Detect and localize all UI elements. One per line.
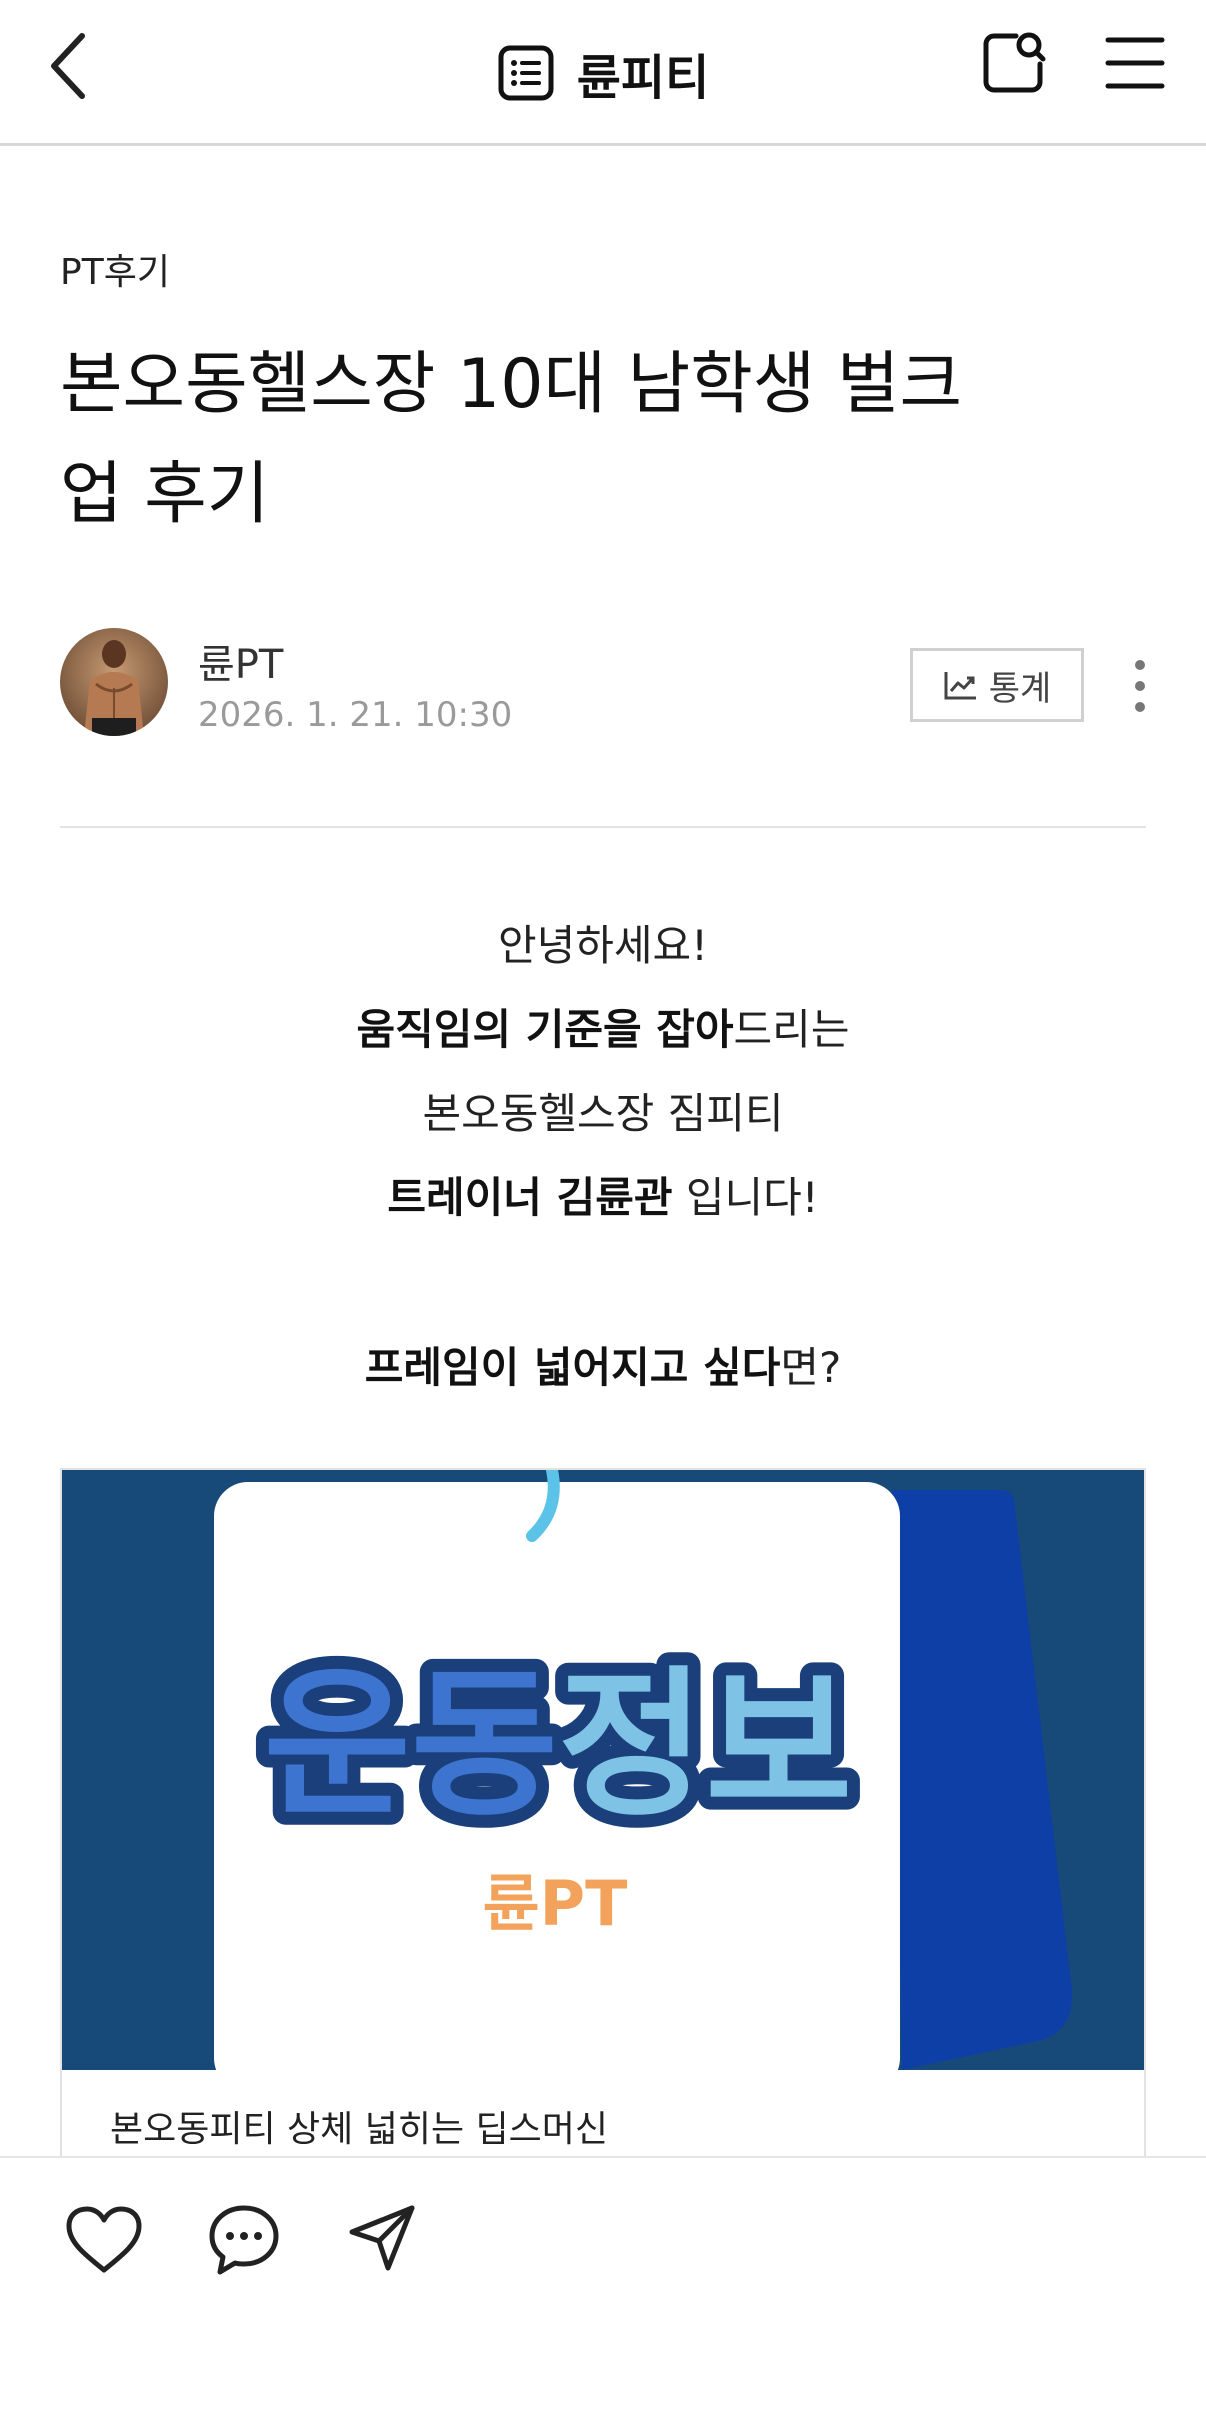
body-line-2: 움직임의 기준을 잡아드리는	[0, 996, 1206, 1057]
trending-chart-icon	[944, 672, 976, 700]
search-button[interactable]	[978, 28, 1048, 98]
body-line-3: 본오동헬스장 짐피티	[0, 1080, 1206, 1141]
card-image-subtitle: 륜PT	[483, 1867, 628, 1940]
menu-button[interactable]	[1100, 30, 1170, 96]
post-title-line-2: 업 후기	[60, 455, 270, 534]
chevron-left-icon	[51, 33, 85, 99]
body-line-4: 트레이너 김륜관 입니다!	[0, 1164, 1206, 1225]
post-category-link[interactable]: PT후기	[60, 243, 170, 295]
body-line-2-bold: 움직임의 기준을 잡아	[356, 1005, 734, 1054]
author-avatar[interactable]	[60, 628, 168, 736]
body-line-1-text: 안녕하세요!	[497, 921, 709, 970]
back-button[interactable]	[42, 26, 102, 106]
dot	[1135, 660, 1145, 670]
stats-label: 통계	[988, 668, 1052, 709]
heart-icon	[66, 2206, 142, 2273]
dot	[1135, 681, 1145, 691]
card-image-title: 운동정보	[264, 1651, 853, 1838]
body-line-4-rest: 입니다!	[672, 1173, 819, 1222]
body-line-5-bold: 프레임이 넓어지고 싶다	[364, 1343, 781, 1392]
bottom-action-bar	[0, 2156, 1206, 2414]
stats-button[interactable]: 통계	[910, 648, 1084, 722]
hamburger-menu-icon	[1105, 37, 1165, 89]
more-options-button[interactable]	[1118, 650, 1162, 722]
author-name[interactable]: 륜PT	[198, 632, 283, 690]
blog-title: 륜피티	[576, 50, 710, 106]
post-title: 본오동헬스장 10대 남학생 벌크 업 후기	[60, 330, 1140, 550]
share-button[interactable]	[346, 2202, 418, 2274]
body-line-3-text: 본오동헬스장 짐피티	[422, 1089, 784, 1138]
comment-button[interactable]	[206, 2202, 282, 2278]
body-line-5-rest: 면?	[780, 1343, 842, 1392]
search-icon	[983, 32, 1046, 93]
card-image-title-part-2: 정보	[558, 1651, 852, 1838]
card-image-title-part-1: 운동	[264, 1651, 558, 1838]
header-divider	[60, 826, 1146, 828]
author-avatar-image	[60, 628, 168, 736]
card-caption: 본오동피티 상체 넓히는 딥스머신	[110, 2109, 609, 2150]
like-button[interactable]	[64, 2204, 144, 2276]
body-line-5: 프레임이 넓어지고 싶다면?	[0, 1334, 1206, 1395]
post-date: 2026. 1. 21. 10:30	[198, 695, 513, 735]
card-thumbnail: 운동정보 운동정보 륜PT	[62, 1470, 1144, 2092]
body-line-1: 안녕하세요!	[0, 912, 1206, 973]
post-title-line-1: 본오동헬스장 10대 남학생 벌크	[60, 345, 963, 424]
send-icon	[349, 2205, 415, 2271]
linked-post-card[interactable]: 운동정보 운동정보 륜PT 본오동피티 상체 넓히는 딥스머신	[60, 1468, 1146, 2168]
list-icon	[498, 45, 554, 101]
dot	[1135, 702, 1145, 712]
top-bar: 륜피티	[0, 0, 1206, 146]
body-line-2-rest: 드리는	[733, 1005, 850, 1054]
blog-title-button[interactable]: 륜피티	[497, 38, 709, 108]
body-line-4-bold: 트레이너 김륜관	[387, 1173, 673, 1222]
comment-icon	[209, 2205, 279, 2275]
